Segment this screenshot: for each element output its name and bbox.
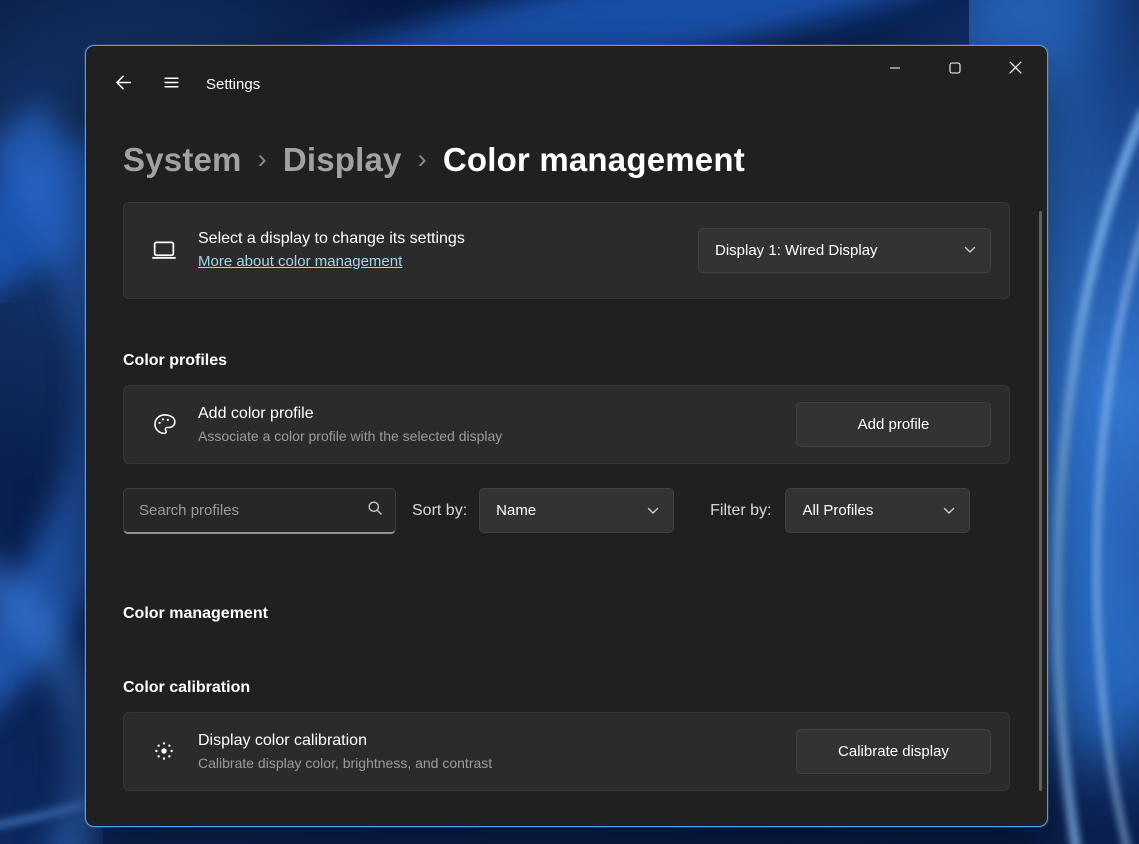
breadcrumb-separator-icon: › bbox=[418, 143, 427, 175]
breadcrumb-separator-icon: › bbox=[258, 143, 267, 175]
app-title: Settings bbox=[206, 76, 260, 93]
breadcrumb: System › Display › Color management bbox=[123, 140, 1010, 180]
hamburger-icon bbox=[163, 74, 180, 94]
filter-dropdown[interactable]: All Profiles bbox=[785, 488, 970, 533]
search-profiles-box bbox=[123, 488, 396, 534]
magnifier-icon bbox=[367, 500, 383, 521]
chevron-down-icon bbox=[943, 507, 955, 515]
display-dropdown-value: Display 1: Wired Display bbox=[715, 242, 878, 259]
more-about-color-management-link[interactable]: More about color management bbox=[198, 253, 402, 270]
display-color-calibration-texts: Display color calibration Calibrate disp… bbox=[198, 732, 492, 771]
maximize-icon bbox=[949, 62, 961, 77]
brightness-sun-icon bbox=[140, 738, 188, 764]
profiles-toolbar: Sort by: Name Filter by: All Profiles bbox=[123, 488, 1010, 534]
breadcrumb-color-management: Color management bbox=[443, 140, 745, 180]
add-color-profile-texts: Add color profile Associate a color prof… bbox=[198, 405, 502, 444]
calibrate-display-button[interactable]: Calibrate display bbox=[796, 729, 991, 774]
back-button[interactable] bbox=[106, 68, 140, 100]
arrow-left-icon bbox=[115, 74, 132, 94]
color-management-heading: Color management bbox=[123, 604, 1010, 624]
hamburger-menu-button[interactable] bbox=[154, 68, 188, 100]
add-color-profile-title: Add color profile bbox=[198, 405, 502, 423]
display-color-calibration-card: Display color calibration Calibrate disp… bbox=[123, 712, 1010, 791]
add-color-profile-description: Associate a color profile with the selec… bbox=[198, 428, 502, 444]
filter-by-label: Filter by: bbox=[710, 502, 771, 520]
maximize-button[interactable] bbox=[925, 46, 985, 92]
minimize-button[interactable] bbox=[865, 46, 925, 92]
titlebar: Settings bbox=[86, 46, 1047, 116]
chevron-down-icon bbox=[647, 507, 659, 515]
close-button[interactable] bbox=[985, 46, 1045, 92]
breadcrumb-display[interactable]: Display bbox=[283, 140, 402, 180]
sort-by-label: Sort by: bbox=[412, 502, 467, 520]
display-color-calibration-description: Calibrate display color, brightness, and… bbox=[198, 755, 492, 771]
display-color-calibration-title: Display color calibration bbox=[198, 732, 492, 750]
settings-window: Settings System › Disp bbox=[85, 45, 1048, 827]
add-color-profile-card: Add color profile Associate a color prof… bbox=[123, 385, 1010, 464]
chevron-down-icon bbox=[964, 246, 976, 254]
caption-buttons bbox=[865, 46, 1045, 92]
titlebar-nav: Settings bbox=[106, 68, 260, 100]
add-profile-button[interactable]: Add profile bbox=[796, 402, 991, 447]
color-calibration-heading: Color calibration bbox=[123, 678, 1010, 698]
sort-dropdown[interactable]: Name bbox=[479, 488, 674, 533]
settings-content: System › Display › Color management Sele… bbox=[86, 140, 1047, 791]
close-icon bbox=[1009, 61, 1022, 77]
display-selector-title: Select a display to change its settings bbox=[198, 230, 465, 248]
vertical-scrollbar[interactable] bbox=[1039, 211, 1042, 791]
sort-dropdown-value: Name bbox=[496, 502, 536, 519]
palette-icon bbox=[140, 411, 188, 438]
display-selector-texts: Select a display to change its settings … bbox=[198, 230, 465, 271]
monitor-icon bbox=[140, 236, 188, 264]
display-selector-card: Select a display to change its settings … bbox=[123, 202, 1010, 299]
color-profiles-heading: Color profiles bbox=[123, 351, 1010, 371]
filter-dropdown-value: All Profiles bbox=[802, 502, 873, 519]
search-profiles-input[interactable] bbox=[124, 489, 367, 532]
minimize-icon bbox=[889, 62, 901, 77]
breadcrumb-system[interactable]: System bbox=[123, 140, 242, 180]
display-dropdown[interactable]: Display 1: Wired Display bbox=[698, 228, 991, 273]
